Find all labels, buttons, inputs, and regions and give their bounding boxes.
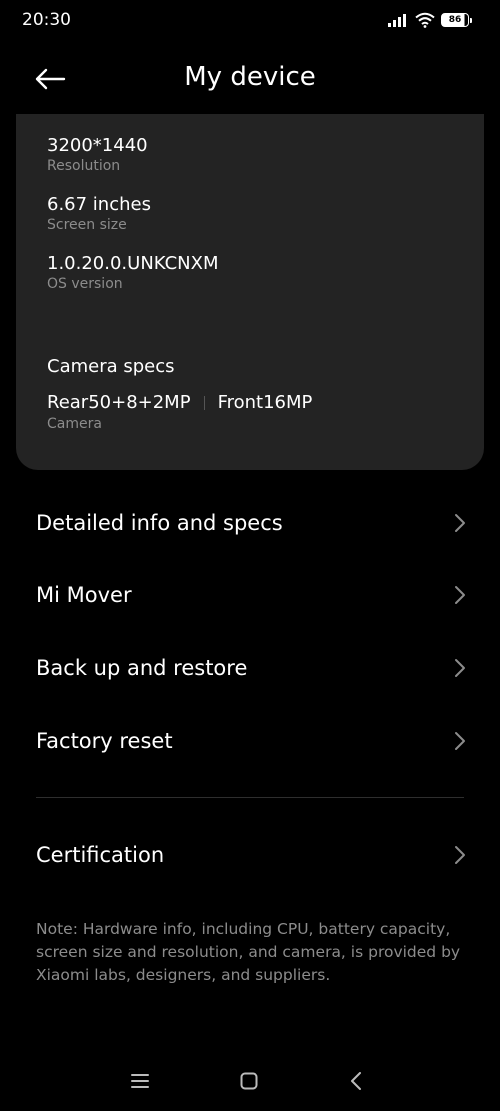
- menu-label: Detailed info and specs: [36, 511, 283, 535]
- spec-resolution: 3200*1440 Resolution: [47, 135, 148, 175]
- battery-icon: 86: [441, 13, 472, 27]
- wifi-icon: [415, 12, 435, 28]
- battery-body: 86: [441, 13, 469, 27]
- camera-front: Front16MP: [217, 392, 313, 413]
- camera-label: Camera: [47, 416, 102, 432]
- header: My device: [0, 44, 500, 114]
- signal-icon: [388, 14, 406, 27]
- menu-item-factory-reset[interactable]: Factory reset: [0, 709, 500, 773]
- menu-label: Factory reset: [36, 729, 173, 753]
- camera-divider: [203, 395, 205, 410]
- chevron-right-icon: [455, 732, 465, 750]
- home-icon: [240, 1072, 258, 1090]
- camera-row: Rear50+8+2MP Front16MP: [47, 392, 312, 413]
- divider: [36, 797, 464, 798]
- spec-label: Resolution: [47, 158, 121, 174]
- spec-screen-size: 6.67 inches Screen size: [47, 194, 151, 234]
- menu-label: Back up and restore: [36, 656, 248, 680]
- battery-level: 86: [448, 15, 462, 25]
- home-button[interactable]: [234, 1068, 264, 1094]
- menu-label: Mi Mover: [36, 583, 132, 607]
- spec-os-version: 1.0.20.0.UNKCNXM OS version: [47, 253, 219, 293]
- spec-value: 6.67 inches: [47, 194, 151, 215]
- hardware-note: Note: Hardware info, including CPU, batt…: [36, 920, 461, 984]
- specs-card: 3200*1440 Resolution 6.67 inches Screen …: [16, 114, 484, 470]
- status-time: 20:30: [22, 10, 71, 30]
- camera-rear: Rear50+8+2MP: [47, 392, 191, 413]
- menu-icon: [131, 1074, 149, 1088]
- spec-value: 1.0.20.0.UNKCNXM: [47, 253, 219, 274]
- page-title: My device: [184, 62, 316, 92]
- menu-item-mi-mover[interactable]: Mi Mover: [0, 563, 500, 627]
- camera-specs-title: Camera specs: [47, 356, 175, 377]
- battery-tip: [470, 17, 472, 23]
- back-chevron-icon: [351, 1072, 361, 1090]
- menu-label: Certification: [36, 843, 165, 867]
- status-bar: 20:30 86: [0, 0, 500, 44]
- chevron-right-icon: [455, 514, 465, 532]
- back-nav-button[interactable]: [341, 1068, 371, 1094]
- recents-button[interactable]: [125, 1068, 155, 1094]
- spec-value: 3200*1440: [47, 135, 148, 156]
- chevron-right-icon: [455, 586, 465, 604]
- menu-item-backup-restore[interactable]: Back up and restore: [0, 636, 500, 700]
- chevron-right-icon: [455, 846, 465, 864]
- spec-label: Screen size: [47, 217, 127, 233]
- status-icons: 86: [387, 12, 472, 28]
- menu-item-detailed-info[interactable]: Detailed info and specs: [0, 491, 500, 555]
- chevron-right-icon: [455, 659, 465, 677]
- menu-item-certification[interactable]: Certification: [0, 823, 500, 887]
- navigation-bar: [0, 1060, 500, 1102]
- spec-label: OS version: [47, 276, 123, 292]
